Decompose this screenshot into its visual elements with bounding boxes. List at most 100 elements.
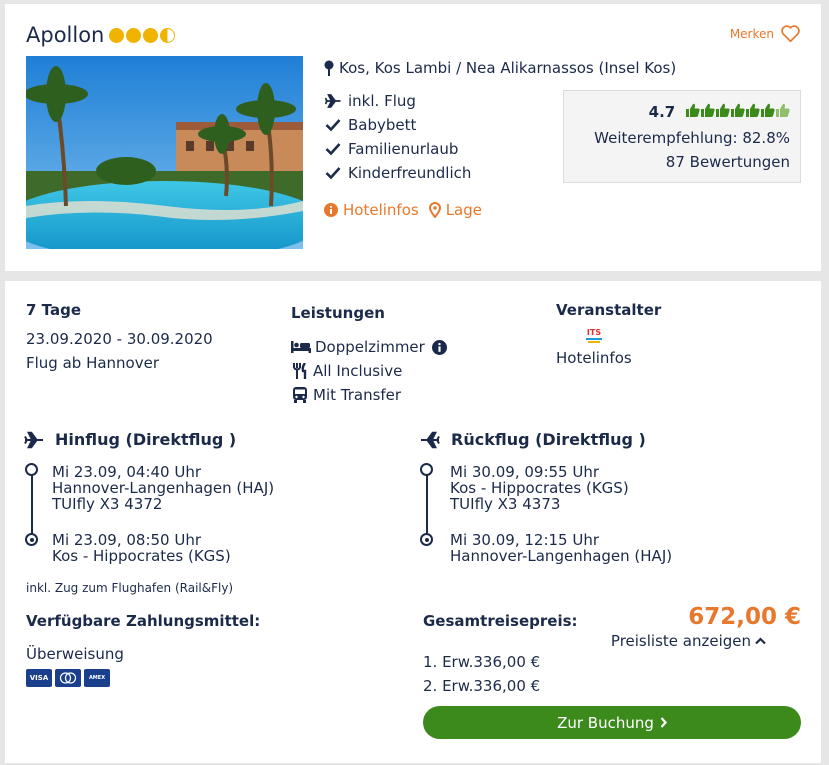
thumb-up-icon xyxy=(776,103,790,122)
star-icon xyxy=(143,28,158,43)
hotelinfos-label: Hotelinfos xyxy=(343,201,419,219)
return-departure: Mi 30.09, 09:55 Uhr Kos - Hippocrates (K… xyxy=(450,464,629,512)
price-list-toggle[interactable]: Preisliste anzeigen xyxy=(611,632,766,650)
logo-wave xyxy=(588,341,600,343)
service-room: Doppelzimmer xyxy=(291,338,447,356)
service-board: All Inclusive xyxy=(291,362,402,380)
trip-duration: 7 Tage xyxy=(26,301,81,319)
thumb-up-icon xyxy=(731,103,745,122)
arr-airport: Kos - Hippocrates (KGS) xyxy=(52,547,231,565)
heart-icon xyxy=(781,25,800,43)
timeline-line xyxy=(31,470,33,540)
arr-airport: Hannover-Langenhagen (HAJ) xyxy=(450,547,673,565)
total-price-title: Gesamtreisepreis: xyxy=(423,612,578,630)
hotel-name[interactable]: Apollon xyxy=(26,23,104,47)
plane-departure-icon xyxy=(24,431,43,448)
service-transfer: Mit Transfer xyxy=(291,386,401,404)
flight-number: TUIfly X3 4373 xyxy=(450,495,561,513)
price-item: 1. Erw.336,00 € xyxy=(423,653,541,671)
feature-label: Babybett xyxy=(348,116,417,134)
dep-time: Mi 23.09, 04:40 Uhr xyxy=(52,463,202,481)
recommendation-rate: Weiterempfehlung: 82.8% xyxy=(594,129,790,147)
thumb-up-icon xyxy=(701,103,715,122)
payment-title: Verfügbare Zahlungsmittel: xyxy=(26,612,261,630)
feature-kinderfreundlich: Kinderfreundlich xyxy=(324,164,471,182)
outbound-arrival: Mi 23.09, 08:50 Uhr Kos - Hippocrates (K… xyxy=(52,532,231,564)
feature-label: Kinderfreundlich xyxy=(348,164,472,182)
visa-card-icon: VISA xyxy=(26,669,52,687)
plane-icon xyxy=(324,94,341,108)
total-price: 672,00 € xyxy=(688,604,801,630)
thumb-up-icon xyxy=(686,103,700,122)
arr-time: Mi 30.09, 12:15 Uhr xyxy=(450,531,600,549)
star-icon xyxy=(109,28,124,43)
info-icon[interactable] xyxy=(431,339,447,355)
service-label: All Inclusive xyxy=(313,362,403,380)
timeline-line xyxy=(426,470,428,540)
offer-card: 7 Tage 23.09.2020 - 30.09.2020 Flug ab H… xyxy=(5,281,821,763)
dep-airport: Kos - Hippocrates (KGS) xyxy=(450,479,629,497)
feature-label: Familienurlaub xyxy=(348,140,459,158)
departure-airport: Flug ab Hannover xyxy=(26,354,160,372)
check-icon xyxy=(325,167,341,180)
hotel-links: Hotelinfos Lage xyxy=(324,201,482,219)
star-icon xyxy=(126,28,141,43)
services-title: Leistungen xyxy=(291,304,385,322)
feature-flight: inkl. Flug xyxy=(324,92,416,110)
rating-box[interactable]: 4.7 Weiterempfehlung: 82.8% 87 Bewertung… xyxy=(563,90,801,183)
lage-label: Lage xyxy=(445,201,482,219)
hotelinfos-link[interactable]: Hotelinfos xyxy=(324,201,419,219)
info-icon xyxy=(324,203,338,217)
operator-logo-text: ITS xyxy=(586,328,602,337)
chevron-right-icon xyxy=(660,717,667,728)
return-arrival: Mi 30.09, 12:15 Uhr Hannover-Langenhagen… xyxy=(450,532,672,564)
outbound-header: Hinflug (Direktflug ) xyxy=(23,430,236,449)
arrival-node xyxy=(420,533,433,546)
feature-babybett: Babybett xyxy=(324,116,416,134)
return-title: Rückflug (Direktflug ) xyxy=(451,430,646,449)
cutlery-icon xyxy=(293,363,307,379)
location-text: Kos, Kos Lambi / Nea Alikarnassos (Insel… xyxy=(339,59,677,77)
bus-icon xyxy=(293,387,307,403)
rating-score-row: 4.7 xyxy=(649,103,790,122)
payment-method: Überweisung xyxy=(26,645,124,663)
thumbs-rating xyxy=(686,103,790,122)
departure-node xyxy=(420,463,433,476)
arrival-node xyxy=(25,533,38,546)
logo-wave xyxy=(586,338,602,340)
departure-node xyxy=(25,463,38,476)
outbound-title: Hinflug (Direktflug ) xyxy=(55,430,237,449)
star-rating xyxy=(109,28,175,43)
payment-cards: VISA AMEX xyxy=(26,669,110,687)
merken-label: Merken xyxy=(729,26,774,41)
rating-score: 4.7 xyxy=(648,103,676,121)
outbound-departure: Mi 23.09, 04:40 Uhr Hannover-Langenhagen… xyxy=(52,464,274,512)
amex-card-icon: AMEX xyxy=(84,669,110,687)
map-marker-icon xyxy=(428,202,441,218)
booking-button[interactable]: Zur Buchung xyxy=(423,706,801,739)
half-star-icon xyxy=(160,28,175,43)
hotel-photo[interactable] xyxy=(26,56,303,249)
check-icon xyxy=(325,119,341,132)
thumb-up-icon xyxy=(716,103,730,122)
thumb-up-icon xyxy=(746,103,760,122)
lage-link[interactable]: Lage xyxy=(428,201,482,219)
service-label: Doppelzimmer xyxy=(315,338,425,356)
merken-button[interactable]: Merken xyxy=(730,24,801,43)
dep-airport: Hannover-Langenhagen (HAJ) xyxy=(52,479,275,497)
price-item: 2. Erw.336,00 € xyxy=(423,677,541,695)
bed-icon xyxy=(291,341,311,353)
its-logo: ITS xyxy=(583,328,605,343)
plane-arrival-icon xyxy=(421,431,440,448)
thumb-up-icon xyxy=(761,103,775,122)
trip-dates: 23.09.2020 - 30.09.2020 xyxy=(26,330,213,348)
hotel-location: Kos, Kos Lambi / Nea Alikarnassos (Insel… xyxy=(324,59,676,77)
operator-hotelinfos-link[interactable]: Hotelinfos xyxy=(556,349,632,367)
chevron-up-icon xyxy=(755,637,766,645)
feature-familienurlaub: Familienurlaub xyxy=(324,140,458,158)
map-pin-icon xyxy=(324,60,334,76)
rail-fly-note: inkl. Zug zum Flughafen (Rail&Fly) xyxy=(26,581,234,595)
operator-title: Veranstalter xyxy=(556,301,662,319)
booking-button-label: Zur Buchung xyxy=(557,713,654,732)
mastercard-card-icon xyxy=(55,669,81,687)
